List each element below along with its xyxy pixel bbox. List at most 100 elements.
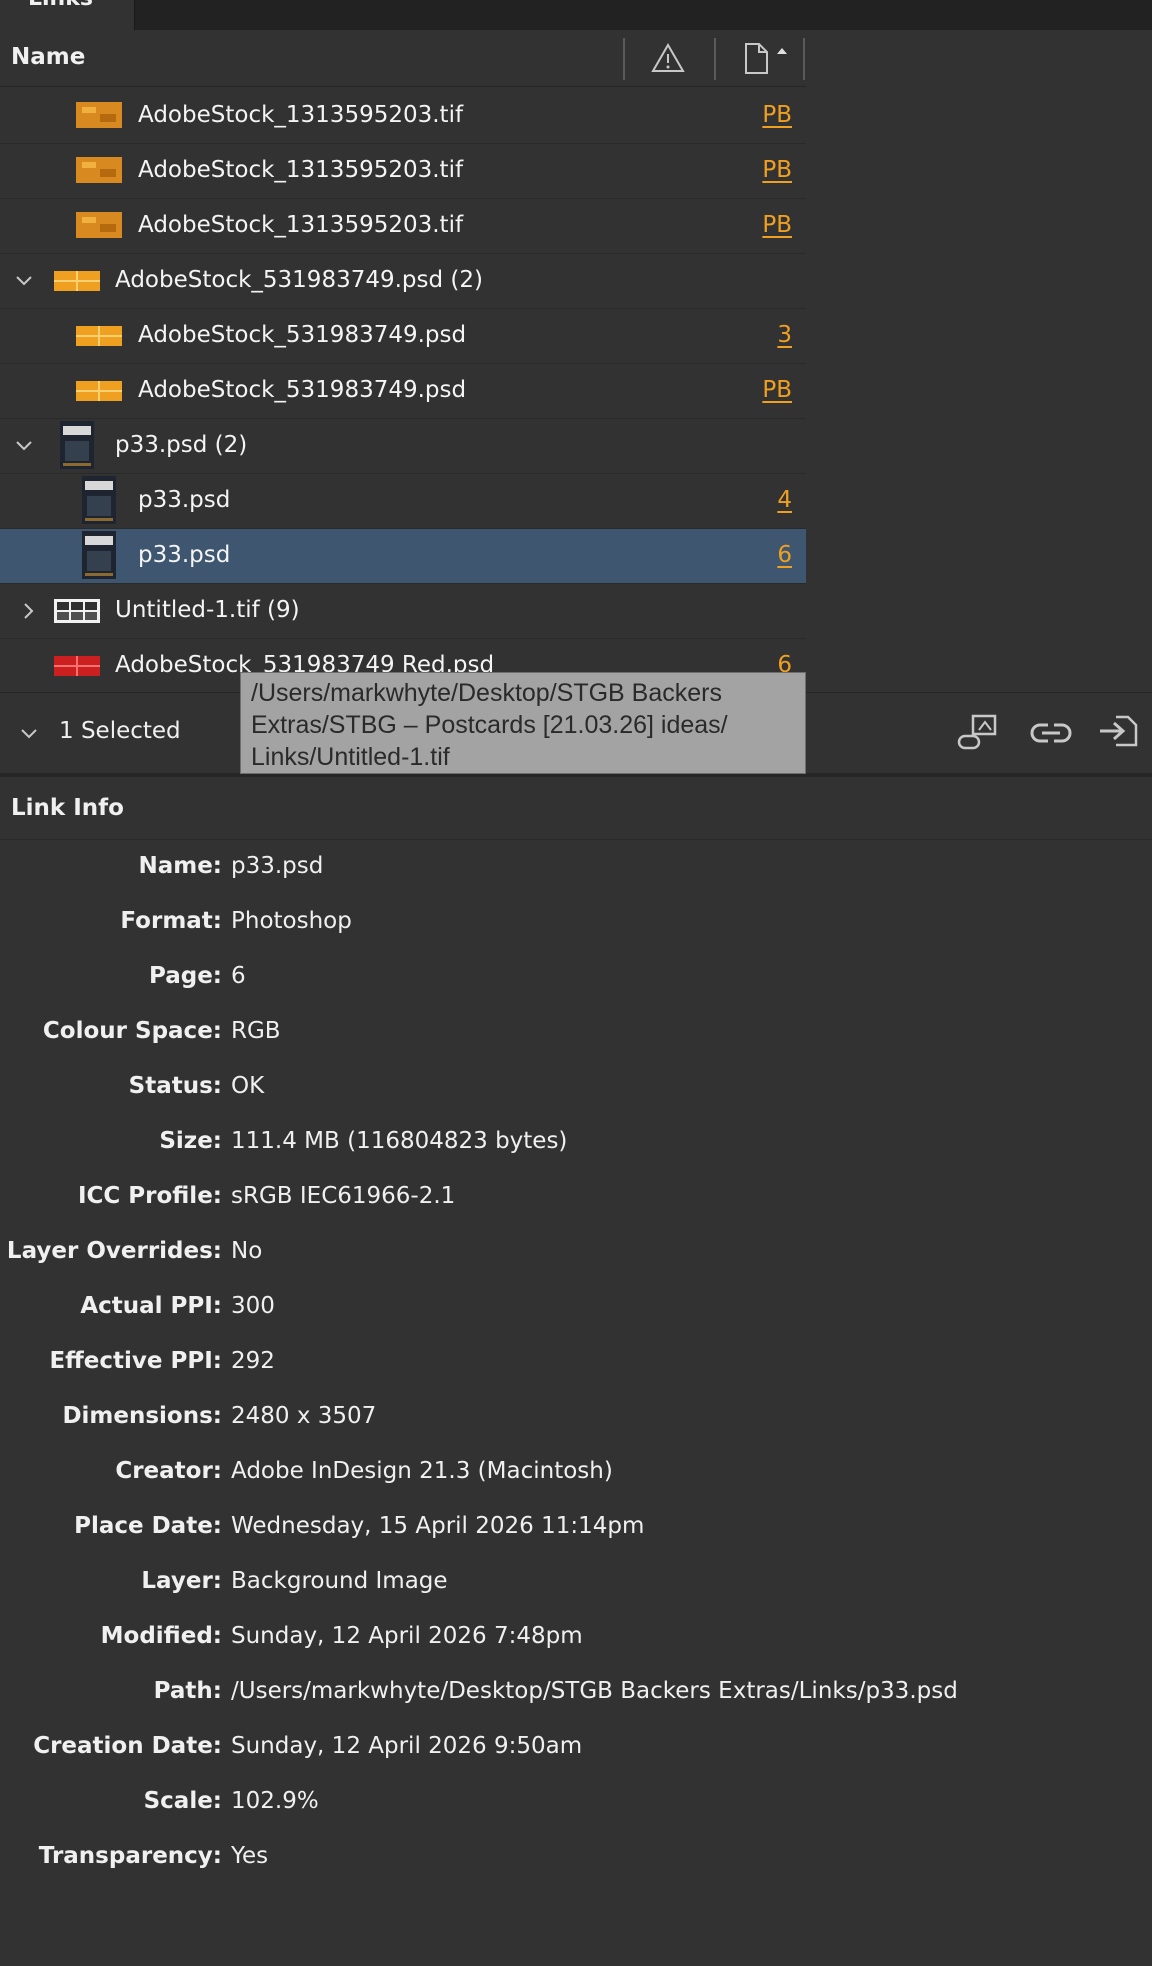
column-divider[interactable] — [623, 38, 625, 80]
chevron-right-icon[interactable] — [15, 598, 41, 624]
link-info-row: Size: 111.4 MB (116804823 bytes) — [0, 1128, 1152, 1168]
link-info-row: Layer Overrides: No — [0, 1238, 1152, 1278]
link-info-value: p33.psd — [231, 853, 324, 879]
link-info-value: RGB — [231, 1018, 281, 1044]
link-info-key: Page: — [148, 963, 222, 989]
link-info-row: Colour Space: RGB — [0, 1018, 1152, 1058]
link-info-row: Page: 6 — [0, 963, 1152, 1003]
link-row[interactable]: AdobeStock_1313595203.tif PB — [0, 199, 806, 254]
chevron-down-icon[interactable] — [16, 721, 42, 747]
link-name: AdobeStock_531983749.psd — [138, 322, 467, 348]
link-row-selected[interactable]: p33.psd 6 — [0, 529, 806, 584]
chevron-down-icon[interactable] — [11, 433, 37, 459]
link-info-key: Modified: — [100, 1623, 222, 1649]
link-row[interactable]: AdobeStock_1313595203.tif PB — [0, 144, 806, 199]
poster-thumbnail — [82, 476, 116, 524]
document-thumbnail — [54, 599, 100, 623]
page-link[interactable]: 6 — [777, 542, 792, 568]
link-info-value: Background Image — [231, 1568, 448, 1594]
page-link[interactable]: PB — [762, 157, 792, 183]
relink-from-cc-icon[interactable] — [955, 712, 1003, 752]
link-info-row: Place Date: Wednesday, 15 April 2026 11:1… — [0, 1513, 1152, 1553]
link-info-title: Link Info — [11, 795, 124, 821]
link-name: AdobeStock_1313595203.tif — [138, 212, 464, 238]
link-info-key: Layer Overrides: — [6, 1238, 222, 1264]
links-tab[interactable]: Links — [0, 0, 135, 30]
stripe-thumbnail — [76, 381, 122, 401]
link-info-key: Creator: — [115, 1458, 222, 1484]
link-group-row[interactable]: p33.psd (2) — [0, 419, 806, 474]
link-info-value: OK — [231, 1073, 265, 1099]
warning-icon[interactable] — [651, 42, 685, 78]
stripe-thumbnail — [54, 271, 100, 291]
name-column-header[interactable]: Name — [11, 44, 85, 70]
link-group-row[interactable]: Untitled-1.tif (9) — [0, 584, 806, 639]
page-sort-icon[interactable] — [743, 42, 801, 80]
path-tooltip: /Users/markwhyte/Desktop/STGB Backers Ex… — [240, 672, 806, 774]
link-info-value: /Users/markwhyte/Desktop/STGB Backers Ex… — [231, 1678, 958, 1704]
link-info-header: Link Info — [0, 777, 1152, 840]
link-info-row: Path: /Users/markwhyte/Desktop/STGB Backe… — [0, 1678, 1152, 1718]
link-info-row: Effective PPI: 292 — [0, 1348, 1152, 1388]
link-info-key: Transparency: — [38, 1843, 222, 1869]
link-info-row: Status: OK — [0, 1073, 1152, 1113]
link-info-row: Modified: Sunday, 12 April 2026 7:48pm — [0, 1623, 1152, 1663]
page-link[interactable]: PB — [762, 212, 792, 238]
link-info-row: Dimensions: 2480 x 3507 — [0, 1403, 1152, 1443]
link-row[interactable]: p33.psd 4 — [0, 474, 806, 529]
link-info-value: 6 — [231, 963, 246, 989]
poster-thumbnail — [60, 421, 94, 469]
link-name: AdobeStock_1313595203.tif — [138, 102, 464, 128]
texture-thumbnail — [76, 212, 122, 238]
tooltip-line: /Users/markwhyte/Desktop/STGB Backers — [251, 679, 722, 707]
link-row[interactable]: AdobeStock_531983749.psd 3 — [0, 309, 806, 364]
link-name: AdobeStock_1313595203.tif — [138, 157, 464, 183]
stripe-thumbnail — [76, 326, 122, 346]
chevron-down-icon[interactable] — [11, 268, 37, 294]
link-info-key: Path: — [153, 1678, 222, 1704]
link-group-name: p33.psd (2) — [115, 432, 248, 458]
link-info-key: Status: — [128, 1073, 222, 1099]
selection-count: 1 Selected — [59, 718, 181, 744]
link-info-key: Format: — [120, 908, 222, 934]
column-divider[interactable] — [714, 38, 716, 80]
links-tab-label: Links — [28, 0, 93, 11]
link-info-value: 2480 x 3507 — [231, 1403, 377, 1429]
link-group-name: Untitled-1.tif (9) — [115, 597, 300, 623]
link-group-name: AdobeStock_531983749.psd (2) — [115, 267, 483, 293]
link-info-value: Photoshop — [231, 908, 352, 934]
link-row[interactable]: AdobeStock_1313595203.tif PB — [0, 89, 806, 144]
page-link[interactable]: PB — [762, 102, 792, 128]
link-info-row: Layer: Background Image — [0, 1568, 1152, 1608]
tooltip-line: Links/Untitled-1.tif — [251, 743, 450, 771]
link-info-key: ICC Profile: — [77, 1183, 222, 1209]
link-info-value: 292 — [231, 1348, 275, 1374]
go-to-link-icon[interactable] — [1096, 711, 1142, 751]
link-info-key: Actual PPI: — [80, 1293, 222, 1319]
link-info-key: Dimensions: — [62, 1403, 222, 1429]
link-info-value: Sunday, 12 April 2026 9:50am — [231, 1733, 583, 1759]
relink-icon[interactable] — [1028, 715, 1074, 751]
link-info-value: Sunday, 12 April 2026 7:48pm — [231, 1623, 583, 1649]
link-name: AdobeStock_531983749.psd — [138, 377, 467, 403]
link-info-value: 300 — [231, 1293, 275, 1319]
link-info-row: Actual PPI: 300 — [0, 1293, 1152, 1333]
texture-thumbnail — [76, 157, 122, 183]
page-link[interactable]: 3 — [777, 322, 792, 348]
page-link[interactable]: PB — [762, 377, 792, 403]
link-row[interactable]: AdobeStock_531983749.psd PB — [0, 364, 806, 419]
link-name: p33.psd — [138, 487, 231, 513]
link-info-key: Place Date: — [74, 1513, 222, 1539]
link-group-row[interactable]: AdobeStock_531983749.psd (2) — [0, 254, 806, 309]
link-info-value: Yes — [231, 1843, 269, 1869]
link-info-row: Scale: 102.9% — [0, 1788, 1152, 1828]
link-info-key: Scale: — [143, 1788, 222, 1814]
column-divider[interactable] — [803, 38, 805, 80]
stripe-thumbnail-red — [54, 656, 100, 676]
link-info-key: Name: — [138, 853, 222, 879]
tooltip-line: Extras/STBG – Postcards [21.03.26] ideas… — [251, 711, 728, 739]
link-info-row: ICC Profile: sRGB IEC61966-2.1 — [0, 1183, 1152, 1223]
page-link[interactable]: 4 — [777, 487, 792, 513]
link-info-key: Size: — [159, 1128, 222, 1154]
link-info-key: Colour Space: — [42, 1018, 222, 1044]
